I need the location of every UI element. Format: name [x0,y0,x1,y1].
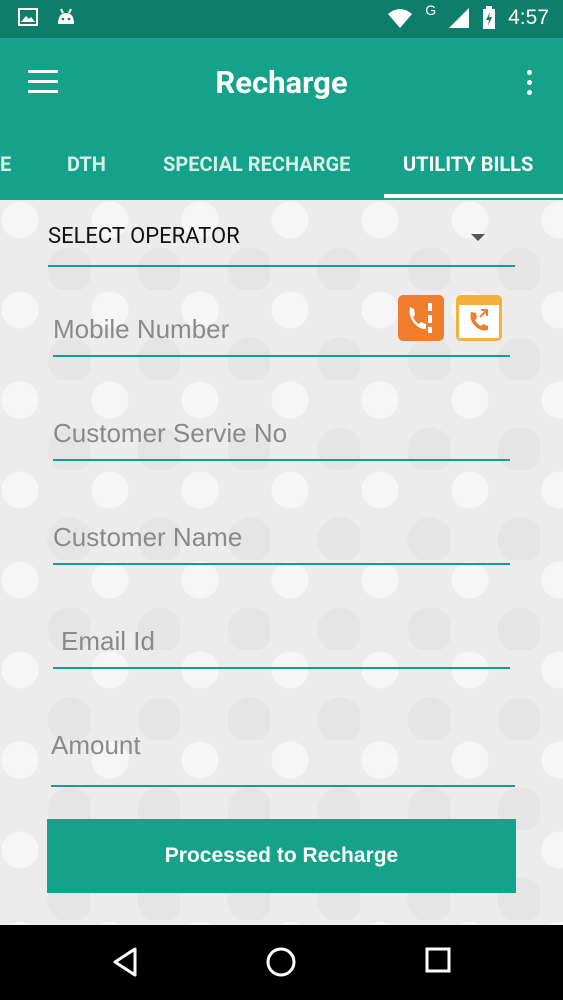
signal-icon [449,8,470,28]
dropdown-caret-icon [471,234,485,241]
customer-service-no-field [53,411,510,461]
call-log-icon[interactable] [456,295,502,341]
tab-utility-bills[interactable]: UTILITY BILLS [403,138,533,198]
tab-special-recharge[interactable]: SPECIAL RECHARGE [163,138,350,198]
email-id-field [53,619,518,669]
back-icon[interactable] [112,947,138,977]
clock: 4:57 [508,6,549,29]
proceed-recharge-button[interactable]: Processed to Recharge [47,819,516,893]
amount-field [51,723,515,787]
operator-select-label: SELECT OPERATOR [48,224,240,249]
mobile-number-field [53,295,510,357]
network-type-label: G [425,2,437,18]
android-icon [58,8,74,24]
tab-dth[interactable]: DTH [67,138,106,198]
customer-service-no-input[interactable] [53,411,510,455]
customer-name-field [53,515,510,565]
contacts-book-icon[interactable] [398,295,444,341]
app-bar: Recharge E DTH SPECIAL RECHARGE UTILITY … [0,38,563,200]
wifi-icon [388,9,413,28]
gallery-icon [18,8,38,26]
email-id-input[interactable] [61,619,518,663]
recents-icon[interactable] [425,947,451,973]
tab-partial[interactable]: E [0,138,11,198]
battery-icon [483,6,496,29]
overflow-icon[interactable] [527,70,533,100]
customer-name-input[interactable] [53,515,510,559]
tab-indicator [384,194,563,198]
operator-select[interactable]: SELECT OPERATOR [48,220,515,267]
page-title: Recharge [215,64,348,101]
tab-bar: E DTH SPECIAL RECHARGE UTILITY BILLS [0,138,563,198]
status-bar: G 4:57 [0,0,563,38]
home-icon[interactable] [266,947,296,977]
system-nav-bar [0,925,563,1000]
amount-input[interactable] [51,723,515,767]
